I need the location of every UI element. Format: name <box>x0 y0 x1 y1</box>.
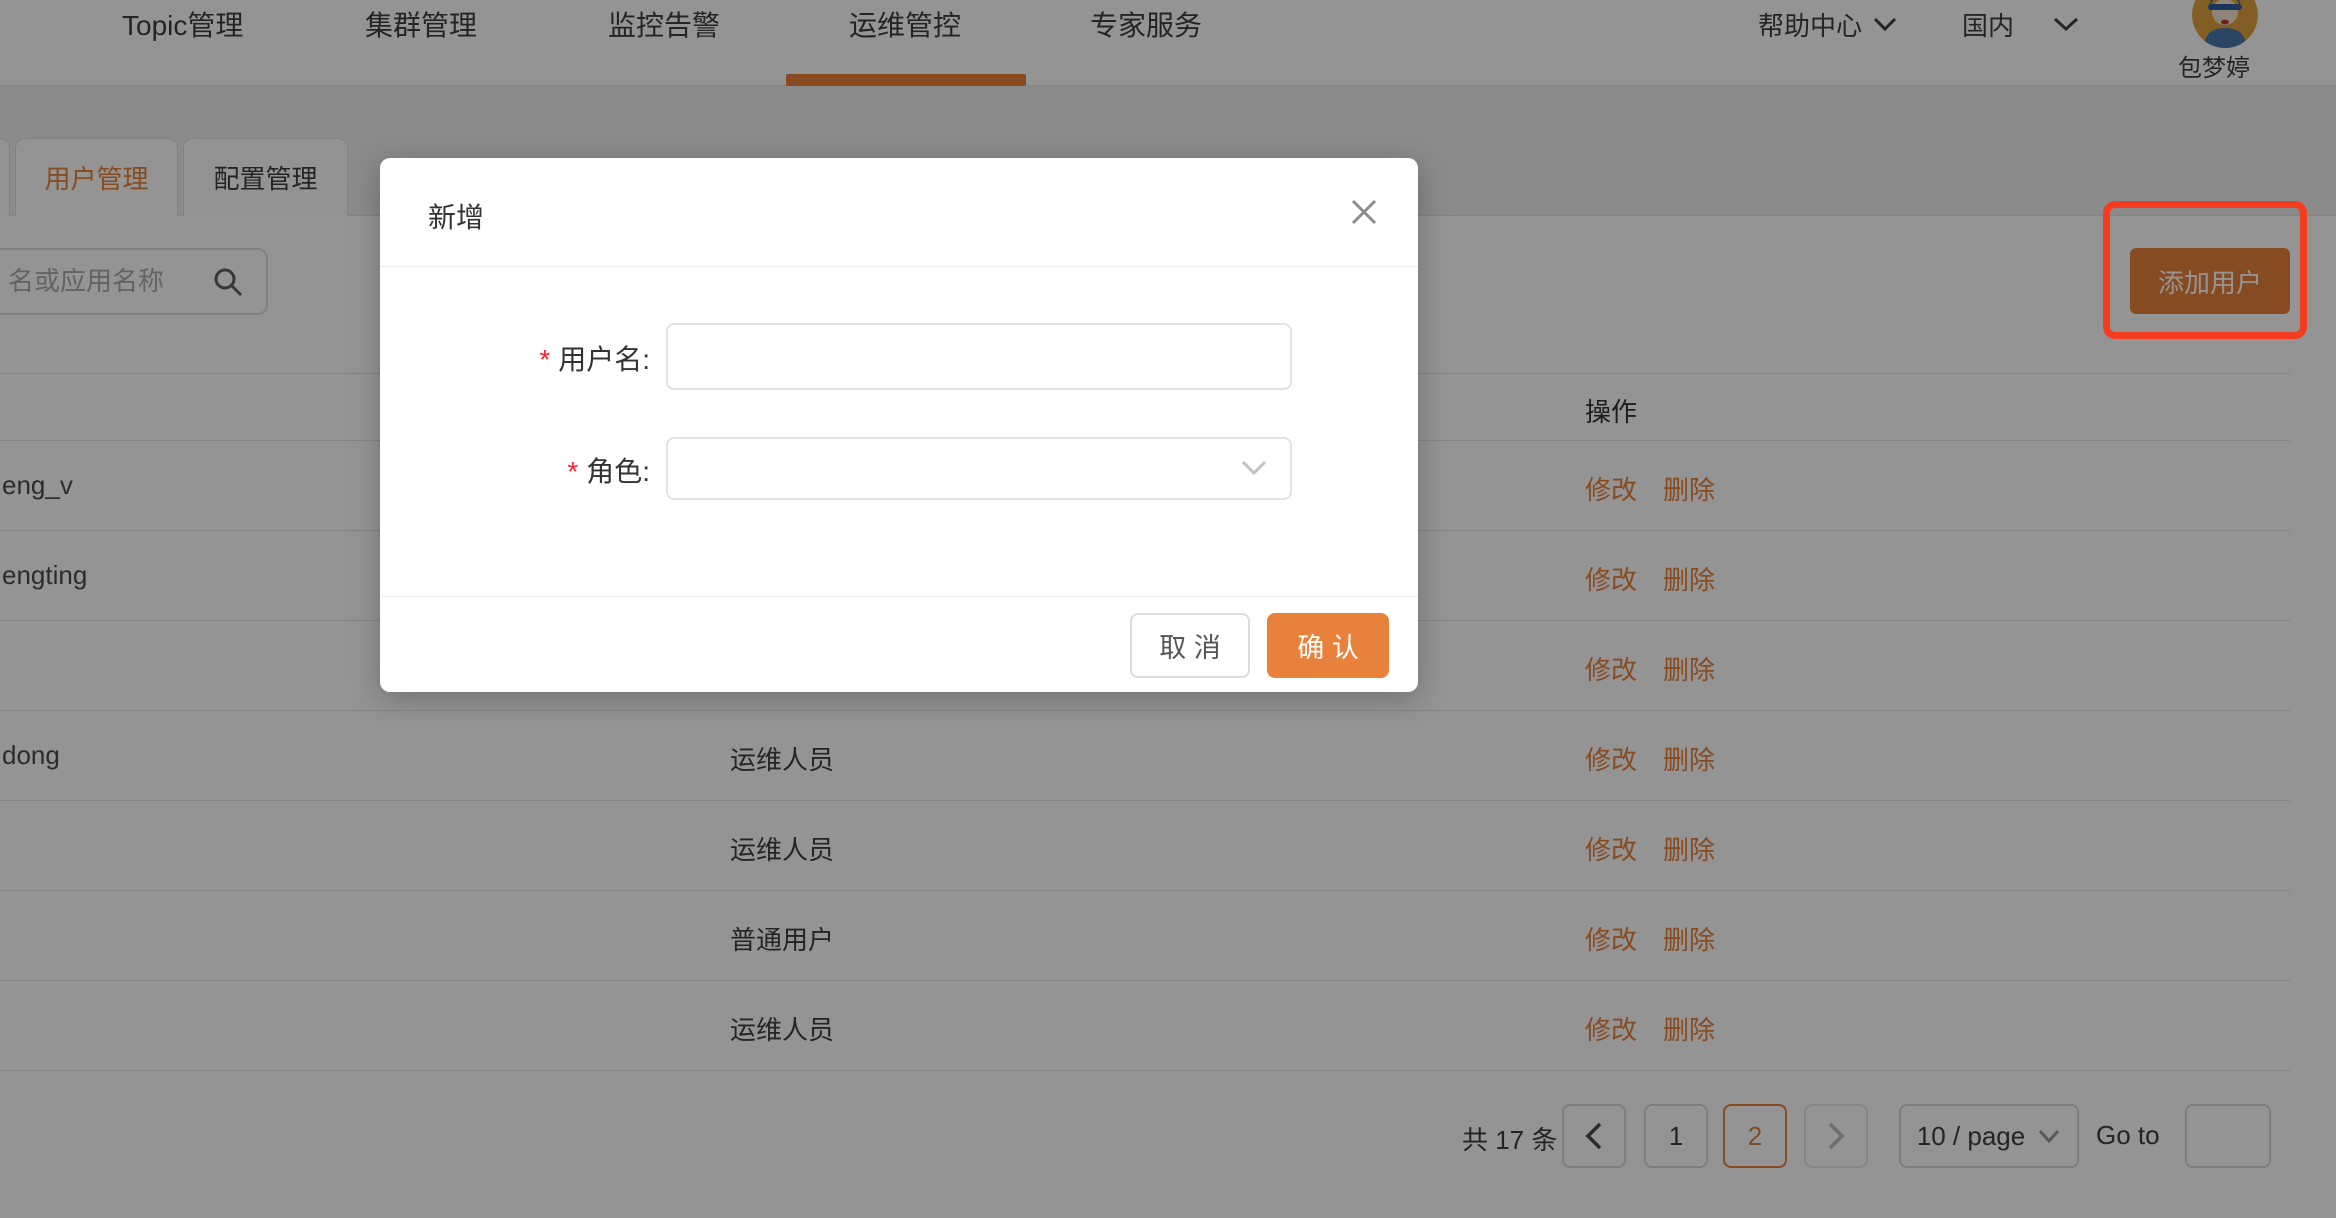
cancel-button[interactable]: 取 消 <box>1130 613 1250 678</box>
confirm-button[interactable]: 确 认 <box>1267 613 1389 678</box>
add-user-modal: 新增 *用户名: *角色: 取 消 确 认 <box>380 158 1418 692</box>
username-input[interactable] <box>666 323 1292 390</box>
role-select[interactable] <box>666 437 1292 500</box>
page: Topic管理 集群管理 监控告警 运维管控 专家服务 帮助中心 国内 <box>0 0 2336 1218</box>
username-field-label: *用户名: <box>380 338 650 378</box>
modal-title: 新增 <box>428 196 484 236</box>
required-mark: * <box>539 344 550 375</box>
close-icon[interactable] <box>1348 196 1380 228</box>
required-mark: * <box>567 456 578 487</box>
chevron-down-icon <box>1240 459 1268 482</box>
modal-footer: 取 消 确 认 <box>380 596 1418 692</box>
role-field-label: *角色: <box>380 450 650 490</box>
modal-header: 新增 <box>380 158 1418 267</box>
